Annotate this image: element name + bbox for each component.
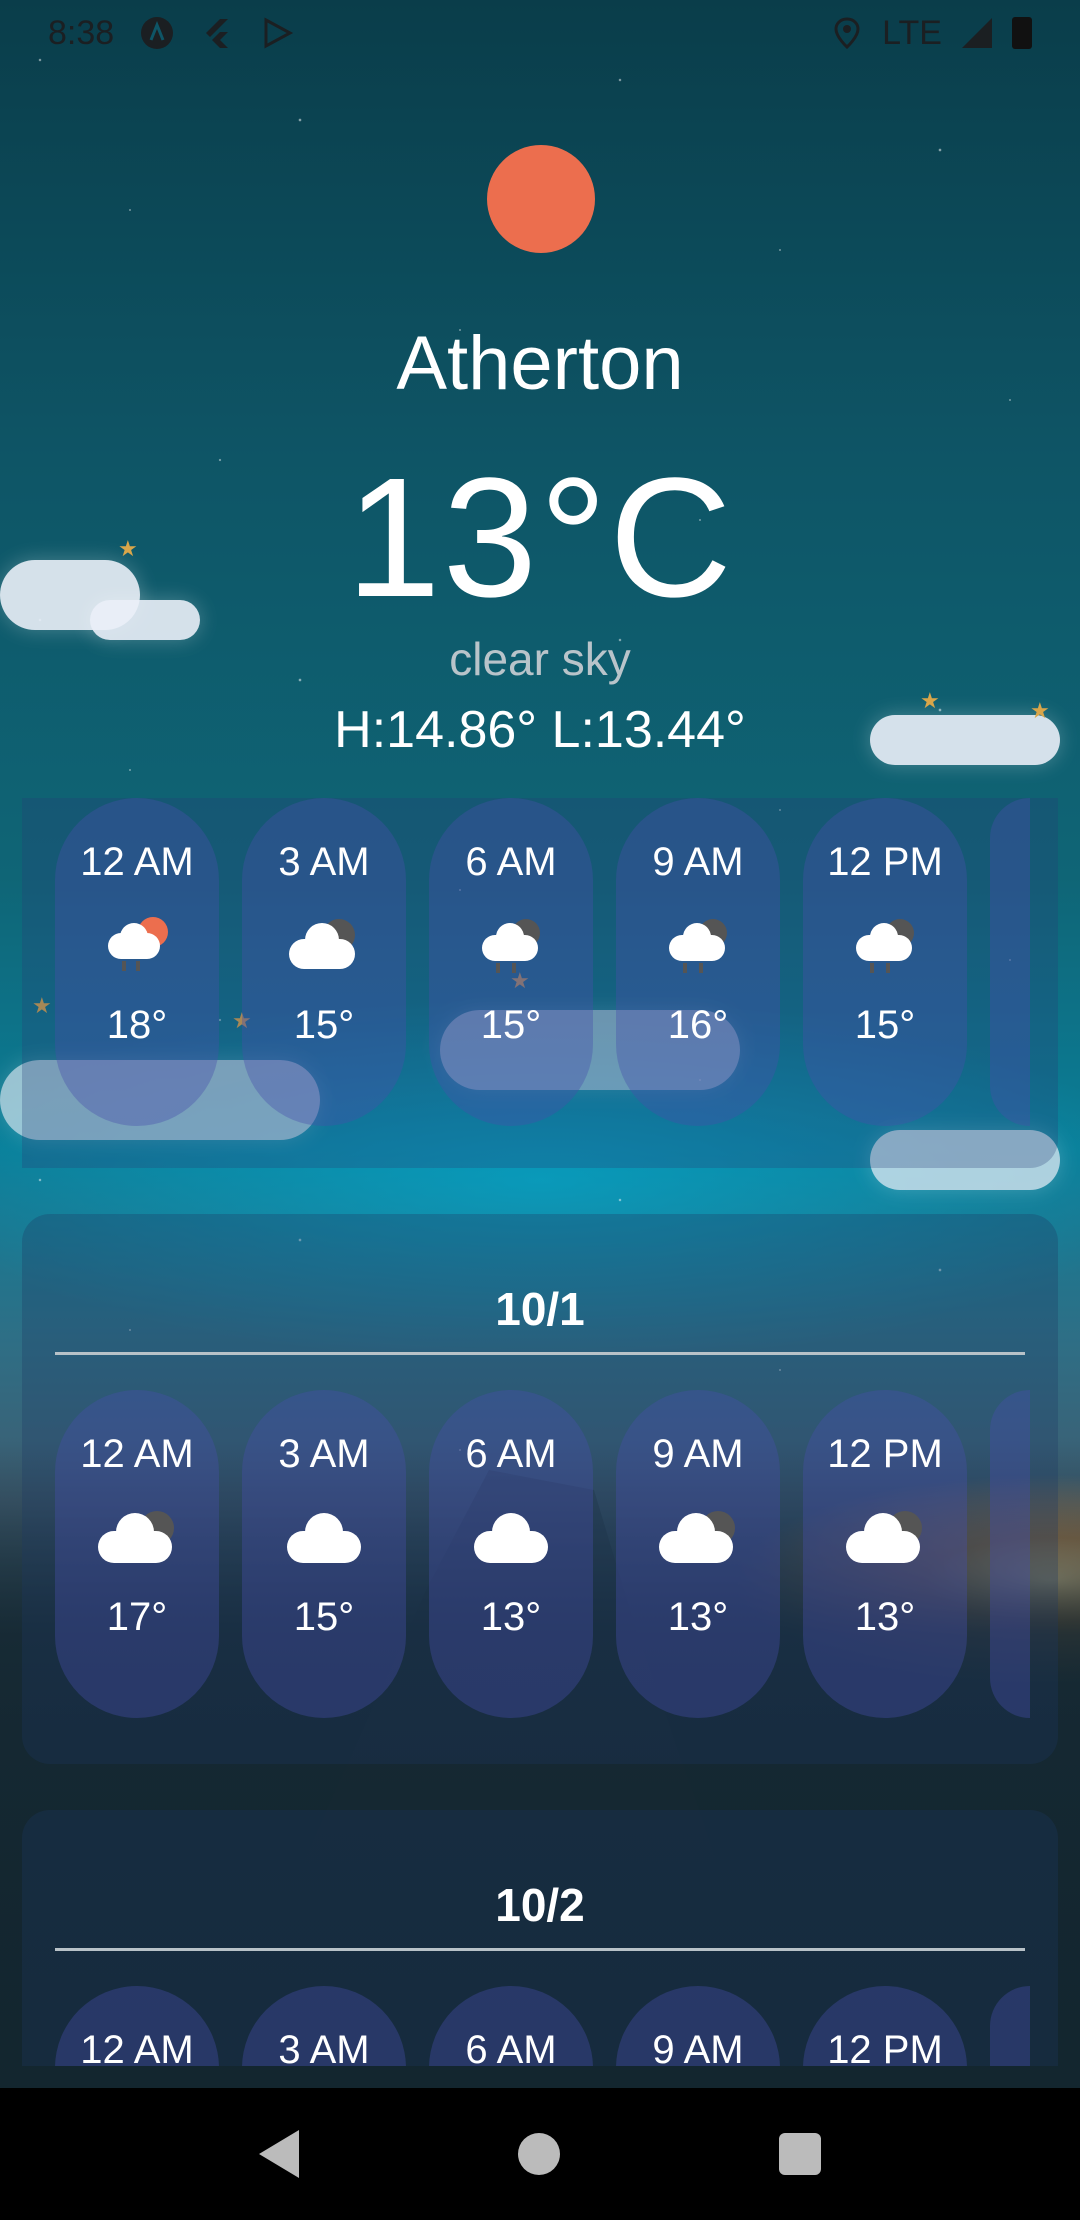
hour-card[interactable]: 12 PM [803,1986,967,2066]
hour-temp: 15° [854,1003,916,1047]
hour-temp: 13° [667,1595,729,1639]
home-icon[interactable] [517,2133,560,2175]
hour-time: 12 PM [827,2028,943,2066]
hour-card[interactable]: 9 AM 13° [616,1390,780,1718]
navigation-bar [0,2088,1080,2220]
day-date: 10/1 [495,1283,585,1335]
hour-card[interactable]: 9 AM [616,1986,780,2066]
status-bar: 8:38 LTE [0,0,1080,66]
signal-icon [962,18,992,48]
status-time: 8:38 [48,13,115,52]
location-icon [834,17,860,50]
high-low-temperature: H:14.86° L:13.44° [334,701,746,759]
hour-temp: 17° [106,1595,168,1639]
hourly-forecast-strip[interactable]: 12 AM 18° 3 AM 15° 6 AM 15° 9 AM 16° 12 … [22,798,1058,1168]
back-icon[interactable] [259,2130,300,2178]
hour-time: 9 AM [652,1432,744,1476]
hour-card[interactable]: 12 AM 17° [55,1390,219,1718]
hour-temp: 13° [854,1595,916,1639]
hour-card[interactable]: 12 AM 18° [55,798,219,1126]
sun-icon [487,145,595,253]
hour-card-partial[interactable] [990,1986,1030,2066]
hour-time: 9 AM [652,840,744,884]
hour-card[interactable]: 6 AM [429,1986,593,2066]
cloudy-icon [840,1507,930,1567]
hour-time: 6 AM [465,2028,557,2066]
rain-cloud-icon [840,915,930,975]
hour-time: 12 AM [80,1432,194,1476]
hour-card[interactable]: 3 AM 15° [242,1390,406,1718]
hour-card[interactable]: 6 AM 15° [429,798,593,1126]
hour-time: 12 PM [827,1432,943,1476]
hour-card[interactable]: 3 AM [242,1986,406,2066]
hour-card[interactable]: 12 PM 13° [803,1390,967,1718]
cloud-icon [466,1507,556,1567]
play-icon [264,17,294,49]
day-forecast-card: 10/1 12 AM 17° 3 AM 15° 6 AM 13° 9 AM 13… [22,1214,1058,1764]
city-name: Atherton [396,321,684,406]
day-date: 10/2 [495,1879,585,1931]
hour-temp: 13° [480,1595,542,1639]
hour-temp: 18° [106,1003,168,1047]
app-icon [141,17,174,49]
hour-time: 3 AM [278,1432,370,1476]
hour-time: 9 AM [652,2028,744,2066]
hour-time: 6 AM [465,840,557,884]
hour-time: 6 AM [465,1432,557,1476]
cloudy-icon [653,1507,743,1567]
hour-time: 3 AM [278,840,370,884]
cloud-icon [279,1507,369,1567]
hour-card[interactable]: 12 AM [55,1986,219,2066]
network-type: LTE [882,13,942,52]
hour-card-partial[interactable] [990,798,1030,1126]
hour-temp: 15° [480,1003,542,1047]
hour-time: 12 PM [827,840,943,884]
hour-temp: 15° [293,1003,355,1047]
hour-card[interactable]: 9 AM 16° [616,798,780,1126]
current-temperature: 13°C [346,443,734,633]
flutter-icon [206,19,229,48]
weather-description: clear sky [449,633,631,685]
hour-card[interactable]: 12 PM 15° [803,798,967,1126]
hour-time: 12 AM [80,2028,194,2066]
hour-time: 12 AM [80,840,194,884]
partly-cloudy-rain-icon [92,915,182,975]
divider [55,1352,1025,1355]
hour-temp: 15° [293,1595,355,1639]
battery-icon [1012,17,1032,49]
cloudy-icon [92,1507,182,1567]
day-hourly-row[interactable]: 12 AM 3 AM 6 AM 9 AM 12 PM [55,1986,1030,2066]
cloudy-icon [279,915,369,975]
hour-card[interactable]: 3 AM 15° [242,798,406,1126]
hour-temp: 16° [667,1003,729,1047]
rain-cloud-icon [653,915,743,975]
hour-card-partial[interactable] [990,1390,1030,1718]
rain-cloud-icon [466,915,556,975]
day-forecast-card: 10/2 12 AM 3 AM 6 AM 9 AM 12 PM [22,1810,1058,2066]
divider [55,1948,1025,1951]
recents-icon[interactable] [778,2133,821,2175]
day-hourly-row[interactable]: 12 AM 17° 3 AM 15° 6 AM 13° 9 AM 13° 12 … [55,1390,1030,1718]
hour-card[interactable]: 6 AM 13° [429,1390,593,1718]
hour-time: 3 AM [278,2028,370,2066]
